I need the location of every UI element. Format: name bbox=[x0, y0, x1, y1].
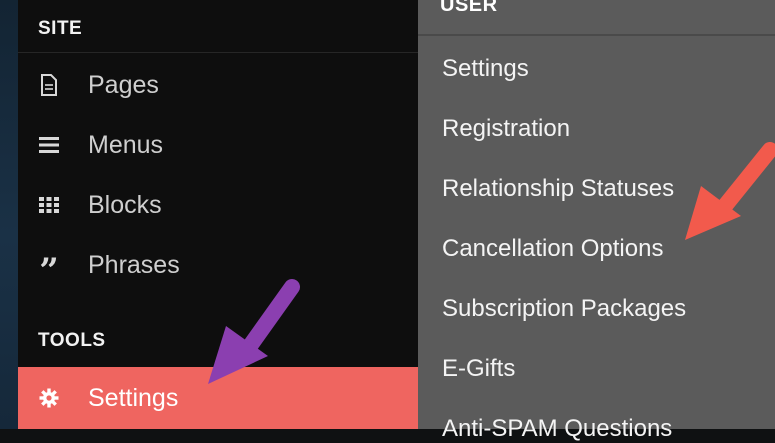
background-strip bbox=[0, 0, 18, 429]
user-section-header: USER bbox=[440, 0, 498, 16]
sidebar-item-pages[interactable]: Pages bbox=[18, 56, 418, 114]
blocks-icon bbox=[38, 194, 60, 216]
sidebar-item-settings[interactable]: Settings bbox=[18, 367, 418, 429]
sidebar-item-label: Menus bbox=[88, 130, 164, 159]
divider bbox=[18, 52, 418, 53]
gear-icon bbox=[38, 387, 60, 409]
submenu-item-relationship-statuses[interactable]: Relationship Statuses bbox=[442, 175, 674, 203]
sidebar-item-blocks[interactable]: Blocks bbox=[18, 176, 418, 234]
sidebar-item-label: Pages bbox=[88, 70, 159, 99]
quote-icon: ” bbox=[39, 251, 59, 291]
sidebar-item-label: Blocks bbox=[88, 190, 162, 219]
submenu-item-subscription-packages[interactable]: Subscription Packages bbox=[442, 295, 686, 323]
left-sidebar: SITE Pages Menus Blocks ” Phrases TOOLS … bbox=[18, 0, 418, 429]
sidebar-item-phrases[interactable]: ” Phrases bbox=[18, 236, 418, 294]
sidebar-item-label: Phrases bbox=[88, 250, 180, 279]
submenu-item-anti-spam-questions[interactable]: Anti-SPAM Questions bbox=[442, 415, 672, 443]
user-submenu: USER Settings Registration Relationship … bbox=[418, 0, 775, 442]
menu-icon bbox=[38, 134, 60, 156]
submenu-item-cancellation-options[interactable]: Cancellation Options bbox=[442, 235, 663, 263]
submenu-item-e-gifts[interactable]: E-Gifts bbox=[442, 355, 515, 383]
page-icon bbox=[38, 74, 60, 96]
site-section-header: SITE bbox=[38, 18, 83, 39]
tools-section-header: TOOLS bbox=[38, 330, 106, 351]
sidebar-item-menus[interactable]: Menus bbox=[18, 116, 418, 174]
submenu-item-settings[interactable]: Settings bbox=[442, 55, 529, 83]
sidebar-item-label: Settings bbox=[88, 383, 179, 412]
submenu-item-registration[interactable]: Registration bbox=[442, 115, 570, 143]
divider bbox=[418, 34, 775, 36]
